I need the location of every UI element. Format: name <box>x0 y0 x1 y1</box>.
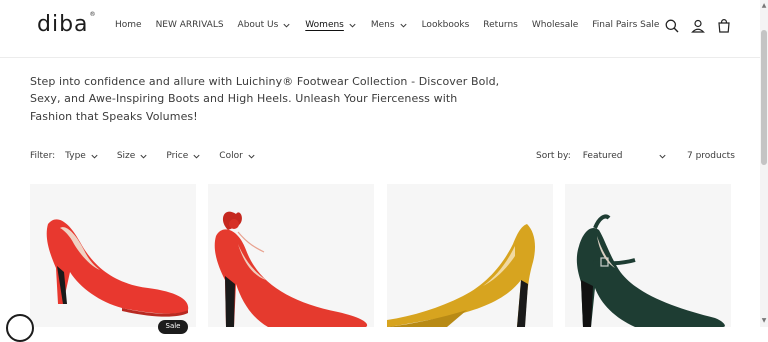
chevron-down-icon <box>283 23 290 28</box>
scroll-thumb[interactable] <box>761 30 767 165</box>
scroll-down-arrow-icon[interactable]: ▼ <box>761 317 767 325</box>
header-icons <box>664 18 742 34</box>
nav-label: Home <box>115 20 142 30</box>
logo-text: diba <box>37 12 89 37</box>
product-card[interactable] <box>208 184 374 327</box>
sale-badge: Sale <box>158 320 188 334</box>
sort-select[interactable]: Featured <box>583 151 667 161</box>
product-image <box>214 211 368 327</box>
cart-icon[interactable] <box>716 18 732 34</box>
chevron-down-icon <box>659 154 666 159</box>
chevron-down-icon <box>349 23 356 28</box>
nav-label: Mens <box>370 20 395 30</box>
product-card[interactable] <box>565 184 731 327</box>
nav-item-final-pairs-sale[interactable]: Final Pairs Sale <box>592 20 659 30</box>
nav-item-lookbooks[interactable]: Lookbooks <box>422 20 470 30</box>
filter-color[interactable]: Color <box>219 151 256 161</box>
brand-logo[interactable]: diba® <box>37 10 97 37</box>
product-image <box>576 214 725 327</box>
filter-price[interactable]: Price <box>166 151 201 161</box>
filter-bar: Filter: Type Size Price Color <box>30 151 274 161</box>
collection-description: Step into confidence and allure with Lui… <box>30 75 500 123</box>
chevron-down-icon <box>193 154 200 159</box>
product-image <box>387 224 535 327</box>
product-card[interactable] <box>387 184 553 327</box>
filter-type-label: Type <box>65 151 86 161</box>
nav-label: Lookbooks <box>421 20 470 30</box>
scroll-up-arrow-icon[interactable]: ▲ <box>761 2 767 10</box>
nav-label: About Us <box>237 20 279 30</box>
nav-label: Returns <box>483 20 518 30</box>
chevron-down-icon <box>248 154 255 159</box>
filter-type[interactable]: Type <box>65 151 99 161</box>
site-header: diba® Home NEW ARRIVALS About Us Womens … <box>0 0 760 58</box>
filter-price-label: Price <box>166 151 189 161</box>
nav-item-new-arrivals[interactable]: NEW ARRIVALS <box>156 20 224 30</box>
nav-item-womens[interactable]: Womens <box>305 20 357 30</box>
nav-item-about-us[interactable]: About Us <box>238 20 292 30</box>
accessibility-widget-icon[interactable] <box>6 314 34 342</box>
filter-size[interactable]: Size <box>117 151 148 161</box>
sort-value: Featured <box>582 151 623 161</box>
filter-label: Filter: <box>30 151 56 161</box>
logo-mark: ® <box>89 10 97 18</box>
nav-item-home[interactable]: Home <box>115 20 142 30</box>
sort-label: Sort by: <box>536 151 571 161</box>
filter-size-label: Size <box>116 151 136 161</box>
chevron-down-icon <box>140 154 147 159</box>
product-card[interactable] <box>30 184 196 327</box>
page-scrollbar[interactable]: ▲ ▼ <box>760 0 768 327</box>
nav-item-mens[interactable]: Mens <box>371 20 408 30</box>
main-nav: Home NEW ARRIVALS About Us Womens Mens L… <box>115 20 673 30</box>
nav-label: Wholesale <box>531 20 579 30</box>
filter-color-label: Color <box>219 151 243 161</box>
nav-item-returns[interactable]: Returns <box>483 20 518 30</box>
chevron-down-icon <box>400 23 407 28</box>
nav-label: NEW ARRIVALS <box>155 20 224 30</box>
sort-control: Sort by: Featured <box>536 151 667 161</box>
search-icon[interactable] <box>664 18 680 34</box>
account-icon[interactable] <box>690 18 706 34</box>
product-image <box>46 219 189 317</box>
nav-label: Womens <box>305 20 344 30</box>
nav-label: Final Pairs Sale <box>592 20 660 30</box>
chevron-down-icon <box>91 154 98 159</box>
product-count: 7 products <box>687 151 735 161</box>
nav-item-wholesale[interactable]: Wholesale <box>532 20 578 30</box>
